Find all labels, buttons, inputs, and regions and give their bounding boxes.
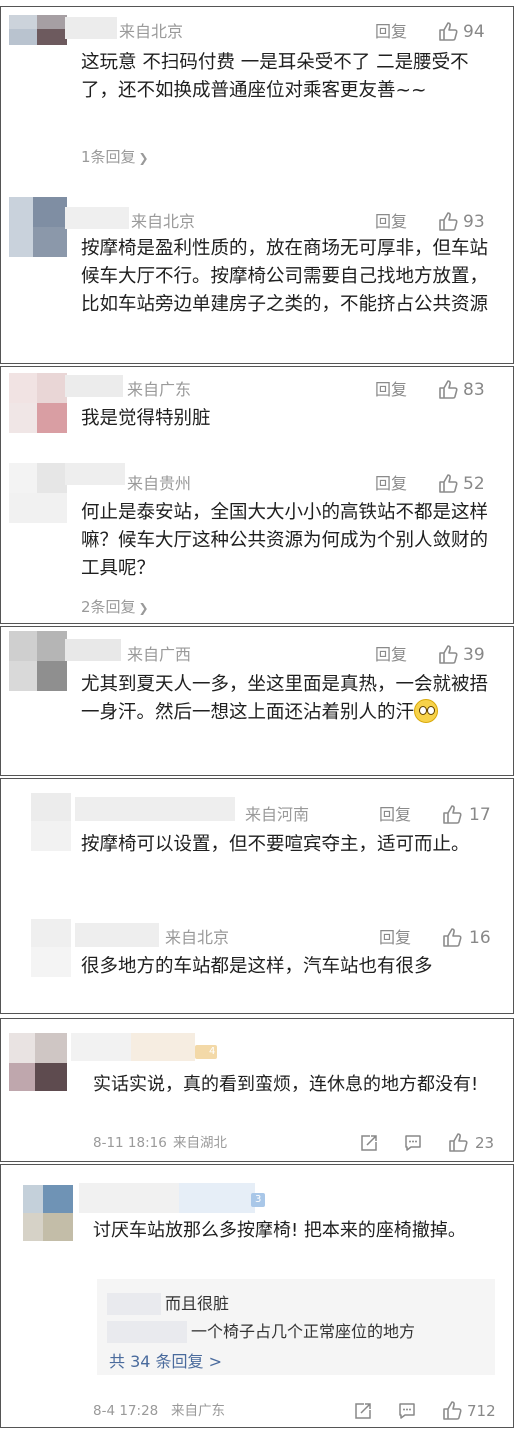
comment-location: 来自北京 [165, 928, 230, 947]
comment-text: 很多地方的车站都是这样，汽车站也有很多 [81, 956, 433, 977]
thumbs-up-icon[interactable] [437, 378, 459, 400]
comment-text: 我是觉得特别脏 [81, 408, 211, 429]
repost-icon[interactable] [359, 1133, 379, 1153]
reply-button[interactable]: 回复 [375, 644, 407, 666]
comment-text: 何止是泰安站，全国大大小小的高铁站不都是这样嘛？候车大厅这种公共资源为何成为个别… [81, 502, 489, 579]
reply-button[interactable]: 回复 [379, 927, 411, 949]
comment-text: 尤其到夏天人一多，坐这里面是真热，一会就被捂一身汗。然后一想这上面还沾着别人的汗 [81, 674, 489, 723]
like-count: 16 [469, 928, 491, 948]
thumbs-up-icon[interactable] [437, 20, 459, 42]
comment-time: 8-11 18:16 [93, 1135, 167, 1151]
comment-text: 讨厌车站放那么多按摩椅! 把本来的座椅撤掉。 [93, 1220, 466, 1241]
chevron-right-icon: ❯ [138, 601, 149, 615]
comment-location: 来自广东 [127, 380, 192, 399]
thumbs-up-icon[interactable] [441, 926, 463, 948]
like-count: 712 [467, 1402, 496, 1420]
thumbs-up-icon[interactable] [447, 1131, 469, 1153]
comment-section-2: 来自广东 回复 83 我是觉得特别脏 来自贵州 回复 52 何止是泰安站，全国大… [0, 366, 514, 624]
comment-section-4: 来自河南 回复 17 按摩椅可以设置，但不要喧宾夺主，适可而止。 来自北京 回复… [0, 778, 514, 1014]
comment-time: 8-4 17:28 [93, 1403, 159, 1419]
view-replies-link[interactable]: 2条回复 ❯ [81, 597, 149, 618]
like-count: 83 [463, 380, 485, 400]
thumbs-up-icon[interactable] [441, 1399, 463, 1421]
comment-text: 按摩椅可以设置，但不要喧宾夺主，适可而止。 [81, 834, 470, 855]
thumbs-up-icon[interactable] [437, 472, 459, 494]
comment-location: 来自广东 [171, 1403, 225, 1419]
reply-button[interactable]: 回复 [375, 379, 407, 401]
like-count: 93 [463, 212, 485, 232]
thumbs-up-icon[interactable] [441, 803, 463, 825]
comment-location: 来自湖北 [173, 1135, 227, 1151]
sub-reply-text: 而且很脏 [165, 1294, 230, 1313]
comment-text: 按摩椅是盈利性质的，放在商场无可厚非，但车站候车大厅不行。按摩椅公司需要自己找地… [81, 238, 489, 315]
reply-button[interactable]: 回复 [375, 473, 407, 495]
view-replies-link[interactable]: 1条回复 ❯ [81, 147, 149, 168]
comment-icon[interactable] [397, 1401, 417, 1421]
repost-icon[interactable] [353, 1401, 373, 1421]
comment-text: 实话实说，真的看到蛮烦，连休息的地方都没有! [93, 1074, 479, 1095]
like-count: 39 [463, 645, 485, 665]
comment-icon[interactable] [403, 1133, 423, 1153]
chevron-right-icon: ❯ [138, 151, 149, 165]
reply-button[interactable]: 回复 [379, 804, 411, 826]
comment-text: 这玩意 不扫码付费 一是耳朵受不了 二是腰受不了，还不如换成普通座位对乘客更友善… [81, 52, 469, 101]
comment-location: 来自北京 [131, 212, 196, 231]
like-count: 52 [463, 474, 485, 494]
comment-location: 来自贵州 [127, 474, 192, 493]
thumbs-up-icon[interactable] [437, 643, 459, 665]
like-count: 94 [463, 22, 485, 42]
more-replies-link[interactable]: 共 34 条回复 > [109, 1351, 222, 1373]
comment-section-6: 3 讨厌车站放那么多按摩椅! 把本来的座椅撤掉。 而且很脏 一个椅子占几个正常座… [0, 1164, 514, 1428]
thumbs-up-icon[interactable] [437, 210, 459, 232]
comment-location: 来自北京 [119, 22, 184, 41]
like-count: 17 [469, 805, 491, 825]
comment-location: 来自广西 [127, 645, 192, 664]
flushed-emoji-icon [414, 699, 439, 723]
comment-section-5: 4 实话实说，真的看到蛮烦，连休息的地方都没有! 8-11 18:16 来自湖北… [0, 1018, 514, 1162]
reply-button[interactable]: 回复 [375, 21, 407, 43]
comment-section-1: 来自北京 回复 94 这玩意 不扫码付费 一是耳朵受不了 二是腰受不了，还不如换… [0, 6, 514, 364]
comment-location: 来自河南 [245, 805, 310, 824]
sub-reply-text: 一个椅子占几个正常座位的地方 [191, 1322, 416, 1341]
reply-button[interactable]: 回复 [375, 211, 407, 233]
like-count: 23 [475, 1134, 495, 1152]
comment-section-3: 来自广西 回复 39 尤其到夏天人一多，坐这里面是真热，一会就被捂一身汗。然后一… [0, 626, 514, 776]
